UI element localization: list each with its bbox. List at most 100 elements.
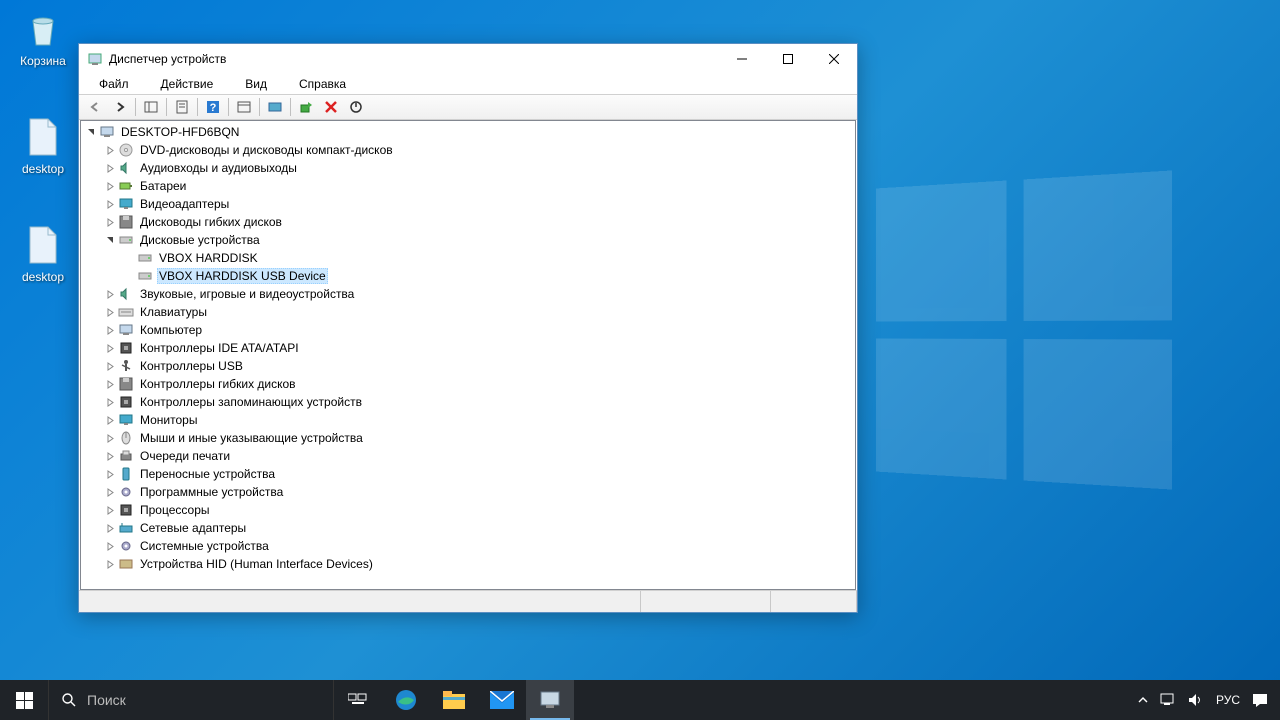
back-button[interactable]: [83, 96, 107, 118]
expand-arrow-icon[interactable]: [104, 450, 116, 462]
tree-item-label: Процессоры: [138, 503, 212, 517]
device-tree[interactable]: DESKTOP-HFD6BQNDVD-дисководы и дисководы…: [80, 120, 856, 590]
tree-category[interactable]: Компьютер: [81, 321, 855, 339]
expand-arrow-icon[interactable]: [104, 486, 116, 498]
menu-file[interactable]: Файл: [83, 75, 145, 93]
tree-category[interactable]: Клавиатуры: [81, 303, 855, 321]
expand-arrow-icon[interactable]: [104, 324, 116, 336]
expand-arrow-icon[interactable]: [104, 234, 116, 246]
expand-arrow-icon[interactable]: [104, 306, 116, 318]
expand-arrow-icon[interactable]: [104, 342, 116, 354]
expand-arrow-icon[interactable]: [104, 432, 116, 444]
tree-category[interactable]: Устройства HID (Human Interface Devices): [81, 555, 855, 573]
titlebar[interactable]: Диспетчер устройств: [79, 44, 857, 74]
tree-category[interactable]: Дисковые устройства: [81, 231, 855, 249]
tree-category[interactable]: Мыши и иные указывающие устройства: [81, 429, 855, 447]
taskbar: Поиск РУС: [0, 680, 1280, 720]
expand-arrow-icon[interactable]: [104, 540, 116, 552]
close-button[interactable]: [811, 44, 857, 74]
expand-arrow-icon[interactable]: [85, 126, 97, 138]
tree-category[interactable]: Батареи: [81, 177, 855, 195]
help-button[interactable]: ?: [201, 96, 225, 118]
svg-text:?: ?: [210, 102, 217, 114]
search-box[interactable]: Поиск: [48, 680, 334, 720]
tree-device[interactable]: VBOX HARDDISK: [81, 249, 855, 267]
tray-network-icon[interactable]: [1154, 680, 1182, 720]
expand-arrow-icon[interactable]: [123, 252, 135, 264]
tree-device[interactable]: VBOX HARDDISK USB Device: [81, 267, 855, 285]
tree-root[interactable]: DESKTOP-HFD6BQN: [81, 123, 855, 141]
expand-arrow-icon[interactable]: [104, 360, 116, 372]
taskbar-app-device-manager[interactable]: [526, 680, 574, 720]
tree-category[interactable]: Контроллеры USB: [81, 357, 855, 375]
update-driver-button[interactable]: [294, 96, 318, 118]
menu-view[interactable]: Вид: [229, 75, 283, 93]
expand-arrow-icon[interactable]: [104, 216, 116, 228]
tree-category[interactable]: Сетевые адаптеры: [81, 519, 855, 537]
action-button-1[interactable]: [232, 96, 256, 118]
properties-button[interactable]: [170, 96, 194, 118]
scan-hardware-button[interactable]: [263, 96, 287, 118]
window-title: Диспетчер устройств: [109, 52, 719, 66]
expand-arrow-icon[interactable]: [104, 414, 116, 426]
expand-arrow-icon[interactable]: [104, 468, 116, 480]
expand-arrow-icon[interactable]: [104, 522, 116, 534]
chip-icon: [118, 502, 134, 518]
tree-category[interactable]: Дисководы гибких дисков: [81, 213, 855, 231]
tray-language[interactable]: РУС: [1210, 680, 1246, 720]
expand-arrow-icon[interactable]: [104, 198, 116, 210]
tree-item-label: Контроллеры гибких дисков: [138, 377, 298, 391]
expand-arrow-icon[interactable]: [104, 378, 116, 390]
chip-icon: [118, 394, 134, 410]
tray-action-center-icon[interactable]: [1246, 680, 1274, 720]
tree-category[interactable]: Контроллеры запоминающих устройств: [81, 393, 855, 411]
taskbar-app-mail[interactable]: [478, 680, 526, 720]
tree-category[interactable]: Переносные устройства: [81, 465, 855, 483]
task-view-button[interactable]: [334, 680, 382, 720]
desktop-icon-recycle-bin[interactable]: Корзина: [8, 8, 78, 68]
tree-category[interactable]: Звуковые, игровые и видеоустройства: [81, 285, 855, 303]
tree-category[interactable]: Программные устройства: [81, 483, 855, 501]
tree-category[interactable]: Видеоадаптеры: [81, 195, 855, 213]
expand-arrow-icon[interactable]: [104, 288, 116, 300]
menu-action[interactable]: Действие: [145, 75, 230, 93]
tree-category[interactable]: Контроллеры IDE ATA/ATAPI: [81, 339, 855, 357]
tree-item-label: Сетевые адаптеры: [138, 521, 248, 535]
show-hide-tree-button[interactable]: [139, 96, 163, 118]
start-button[interactable]: [0, 680, 48, 720]
tray-overflow-button[interactable]: [1132, 680, 1154, 720]
forward-button[interactable]: [108, 96, 132, 118]
expand-arrow-icon[interactable]: [104, 558, 116, 570]
tree-category[interactable]: Очереди печати: [81, 447, 855, 465]
taskbar-app-edge[interactable]: [382, 680, 430, 720]
minimize-button[interactable]: [719, 44, 765, 74]
tree-category[interactable]: Мониторы: [81, 411, 855, 429]
desktop-icon-file-2[interactable]: desktop: [8, 224, 78, 284]
tree-item-label: Аудиовходы и аудиовыходы: [138, 161, 299, 175]
taskbar-app-explorer[interactable]: [430, 680, 478, 720]
expand-arrow-icon[interactable]: [104, 396, 116, 408]
expand-arrow-icon[interactable]: [123, 270, 135, 282]
disable-button[interactable]: [344, 96, 368, 118]
tree-category[interactable]: Контроллеры гибких дисков: [81, 375, 855, 393]
system-tray: РУС: [1126, 680, 1280, 720]
hdd-icon: [137, 250, 153, 266]
expand-arrow-icon[interactable]: [104, 144, 116, 156]
tray-volume-icon[interactable]: [1182, 680, 1210, 720]
tree-category[interactable]: Процессоры: [81, 501, 855, 519]
uninstall-button[interactable]: [319, 96, 343, 118]
maximize-button[interactable]: [765, 44, 811, 74]
tree-item-label: Мыши и иные указывающие устройства: [138, 431, 365, 445]
app-icon: [87, 51, 103, 67]
expand-arrow-icon[interactable]: [104, 162, 116, 174]
tree-category[interactable]: DVD-дисководы и дисководы компакт-дисков: [81, 141, 855, 159]
expand-arrow-icon[interactable]: [104, 180, 116, 192]
menu-help[interactable]: Справка: [283, 75, 362, 93]
tree-item-label: Батареи: [138, 179, 188, 193]
tree-item-label: Контроллеры IDE ATA/ATAPI: [138, 341, 301, 355]
file-icon: [22, 224, 64, 266]
tree-category[interactable]: Системные устройства: [81, 537, 855, 555]
tree-category[interactable]: Аудиовходы и аудиовыходы: [81, 159, 855, 177]
expand-arrow-icon[interactable]: [104, 504, 116, 516]
desktop-icon-file-1[interactable]: desktop: [8, 116, 78, 176]
